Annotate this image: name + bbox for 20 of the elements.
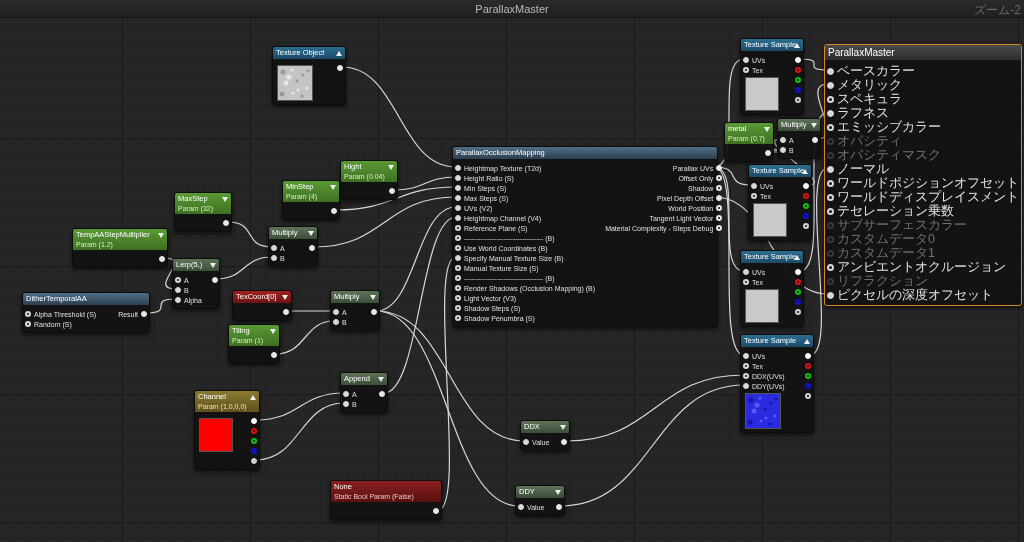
pin-label: ノーマル [837,161,889,177]
pin-label: サブサーフェスカラー [837,217,967,233]
pin-label: ワールドディスプレイスメント [837,189,1019,204]
window-title: ParallaxMaster [475,2,549,15]
pin-label: オパシティ [837,133,902,149]
pin-label: ベースカラー [837,62,915,79]
pin-label: オパシティマスク [837,147,941,164]
pin-label: ワールドポジションオフセット [837,174,1019,190]
pin-label: テセレーション乗数 [837,203,954,218]
pin-label: エミッシブカラー [837,119,941,135]
pin-label: ピクセルの深度オフセット [837,287,993,304]
node-title: ParallaxMaster [828,46,895,59]
pin-label: メタリック [837,77,902,93]
zoom-label: ズーム-2 [974,2,1021,19]
pin-label: カスタムデータ0 [837,231,935,247]
pin-label: カスタムデータ1 [837,245,935,260]
pin-label: ラフネス [837,105,889,122]
pin-label: リフラクション [837,273,928,288]
pin-label: スペキュラ [837,91,902,107]
pin-label: アンビエントオクルージョン [837,259,1006,275]
